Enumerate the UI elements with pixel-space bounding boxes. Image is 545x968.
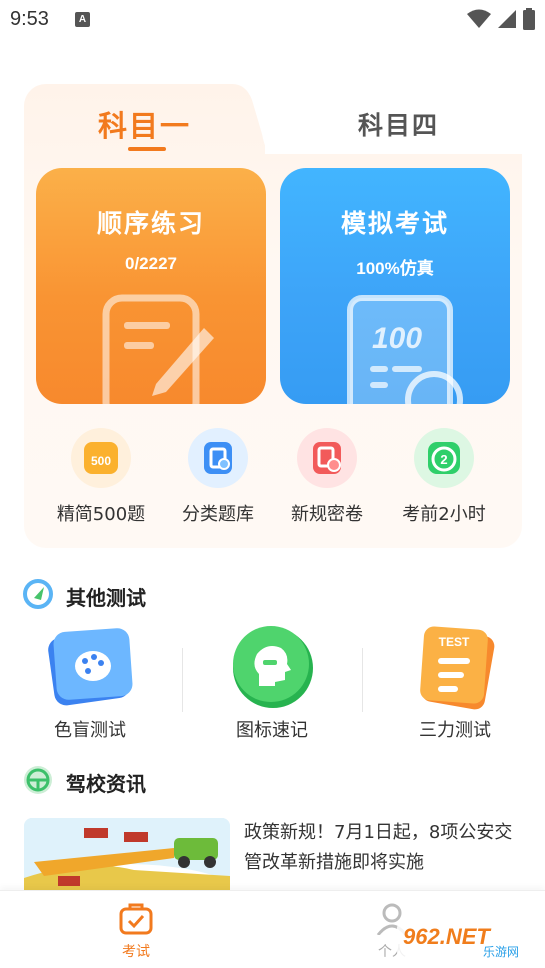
timer-icon-text: 2 <box>440 452 447 467</box>
head-icon <box>233 626 313 708</box>
other-tests-title: 其他测试 <box>66 586 146 610</box>
status-time: 9:53 <box>10 8 49 30</box>
battery-icon <box>523 8 535 30</box>
news-road-sign-image <box>24 818 230 898</box>
tab-notch <box>232 84 272 154</box>
test-list-icon: TEST <box>420 626 495 710</box>
wifi-icon <box>467 9 491 28</box>
test-icon-memory-label: 图标速记 <box>236 720 308 741</box>
tab-active-indicator <box>128 147 166 151</box>
divider <box>182 648 183 712</box>
driving-school-news-title: 驾校资讯 <box>66 772 146 796</box>
svg-text:乐游网: 乐游网 <box>483 945 519 959</box>
sequential-practice-title: 顺序练习 <box>96 209 205 238</box>
timer-icon: 2 <box>414 428 474 488</box>
news-thumbnail[interactable] <box>24 818 230 898</box>
test-three-abilities-label: 三力测试 <box>419 720 491 741</box>
nav-exam-label: 考试 <box>122 944 150 960</box>
test-list-icon-text: TEST <box>439 635 470 649</box>
test-color-blind-label: 色盲测试 <box>54 720 126 741</box>
quick-entry-new-rules[interactable]: 新规密卷 <box>267 428 387 526</box>
news-headline[interactable]: 政策新规！7月1日起，8项公安交管改革新措施即将实施 <box>244 818 524 878</box>
quick-entry-two-hours-label: 考前2小时 <box>402 504 486 525</box>
signal-icon <box>498 10 516 28</box>
500-icon-text: 500 <box>91 454 111 468</box>
status-bar: 9:53 A <box>0 0 545 40</box>
secret-paper-icon <box>297 428 357 488</box>
quick-entry-row: 500 精简500题 分类题库 新规密卷 2 考前2小时 <box>30 428 520 528</box>
mock-exam-card[interactable]: 模拟考试 100%仿真 100 <box>280 168 510 404</box>
exam-paper-score: 100 <box>372 322 422 355</box>
tab-subject-four-label: 科目四 <box>358 111 440 140</box>
quick-entry-category[interactable]: 分类题库 <box>158 428 278 526</box>
steering-wheel-icon <box>24 766 52 794</box>
quick-entry-new-rules-label: 新规密卷 <box>291 504 363 525</box>
exam-bag-icon <box>119 903 153 935</box>
quick-entry-two-hours[interactable]: 2 考前2小时 <box>384 428 504 526</box>
notebook-pen-icon <box>102 294 214 404</box>
mock-exam-subtitle: 100%仿真 <box>356 259 434 278</box>
a-icon: A <box>75 12 90 27</box>
quick-entry-category-label: 分类题库 <box>182 504 254 525</box>
quick-entry-500-label: 精简500题 <box>56 504 146 525</box>
quick-entry-500[interactable]: 500 精简500题 <box>41 428 161 526</box>
gauge-icon <box>23 579 53 609</box>
status-icons <box>467 8 535 30</box>
sequential-practice-card[interactable]: 顺序练习 0/2227 <box>36 168 266 404</box>
tab-subject-one-label: 科目一 <box>98 109 192 143</box>
palette-icon <box>48 628 133 706</box>
exam-paper-icon: 100 <box>347 295 463 404</box>
sequential-practice-progress: 0/2227 <box>125 254 177 273</box>
category-bank-icon <box>188 428 248 488</box>
watermark-logo: 962.NET 乐游网 <box>397 922 533 959</box>
500-icon: 500 <box>71 428 131 488</box>
nav-exam[interactable]: 考试 <box>96 903 176 961</box>
svg-text:962.NET: 962.NET <box>403 924 491 949</box>
divider <box>362 648 363 712</box>
mock-exam-title: 模拟考试 <box>340 209 449 238</box>
